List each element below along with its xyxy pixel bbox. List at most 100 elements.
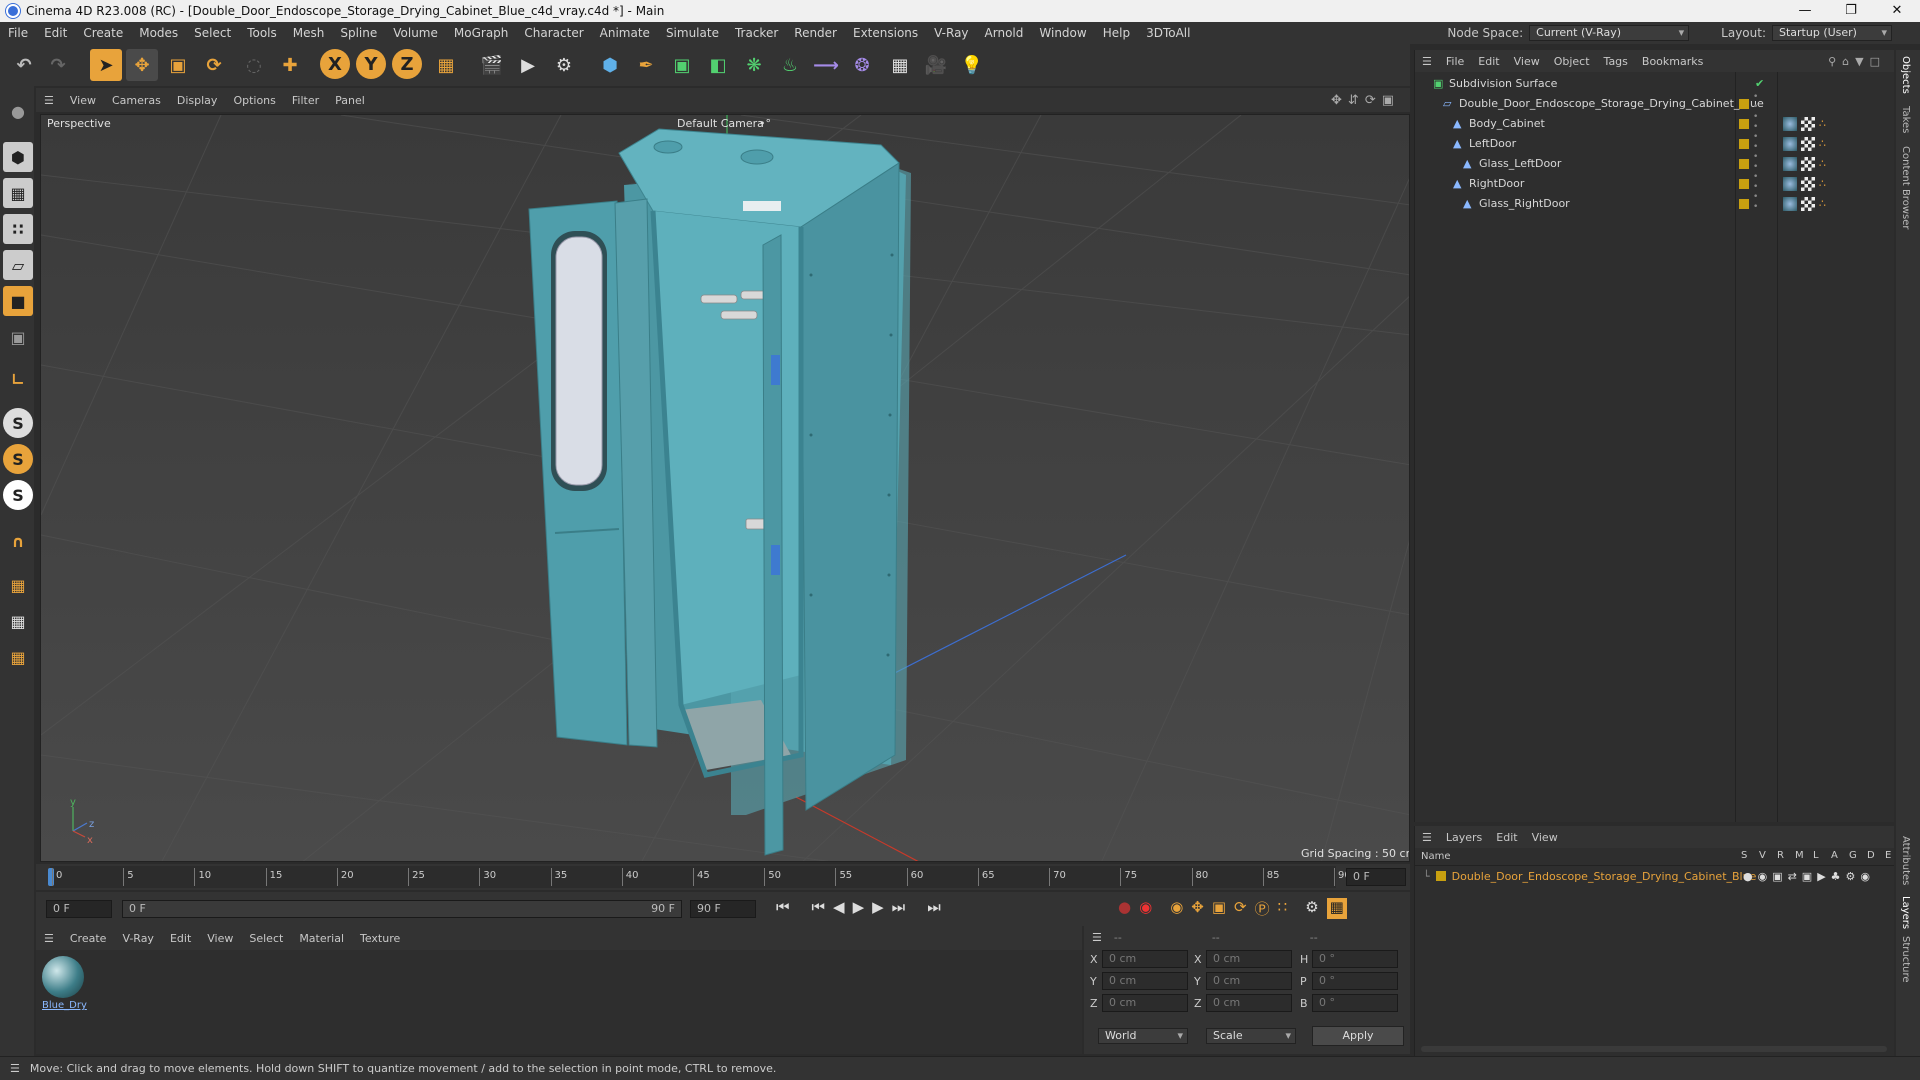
viewport-menu-display[interactable]: Display <box>169 94 226 107</box>
tab-layers[interactable]: Layers <box>1900 896 1911 929</box>
menu-mograph[interactable]: MoGraph <box>446 26 517 40</box>
workplane-icon[interactable]: ▦ <box>3 570 33 600</box>
snap-icon[interactable]: S <box>3 408 33 438</box>
checker-tag-icon[interactable] <box>1801 177 1815 191</box>
render-settings-icon[interactable]: ⚙ <box>548 49 580 81</box>
vray-tag-icon[interactable]: ∴ <box>1819 154 1826 174</box>
texture-mode-icon[interactable]: ▦ <box>3 178 33 208</box>
object-row[interactable]: ▣ Subdivision Surface ✔ <box>1415 74 1895 94</box>
checker-tag-icon[interactable] <box>1801 197 1815 211</box>
edges-mode-icon[interactable]: ▱ <box>3 250 33 280</box>
menu-spline[interactable]: Spline <box>332 26 385 40</box>
go-to-start-icon[interactable]: ⏮ <box>776 898 790 916</box>
z-axis-button[interactable]: Z <box>392 49 422 79</box>
coord-value-field[interactable]: 0 ° <box>1312 950 1398 968</box>
layer-row[interactable]: └ Double_Door_Endoscope_Storage_Drying_C… <box>1415 866 1894 886</box>
material-menu-texture[interactable]: Texture <box>352 932 408 945</box>
layer-column-header[interactable]: M <box>1795 850 1813 861</box>
menu-vray[interactable]: V-Ray <box>926 26 976 40</box>
layer-toggle-icons[interactable]: ●◉▣⇄▣▶♣⚙◉ <box>1743 870 1875 883</box>
material-tag-icon[interactable] <box>1783 117 1797 131</box>
checker-tag-icon[interactable] <box>1801 137 1815 151</box>
keyframe-selection-icon[interactable]: ◉ <box>1170 898 1183 919</box>
point-level-key-icon[interactable]: ∷ <box>1278 898 1288 919</box>
previous-frame-icon[interactable]: ◀ <box>833 898 845 916</box>
x-axis-button[interactable]: X <box>320 49 350 79</box>
menu-extensions[interactable]: Extensions <box>845 26 926 40</box>
object-row[interactable]: ▲ Glass_LeftDoor • • ∴ <box>1415 152 1895 174</box>
coord-value-field[interactable]: 0 cm <box>1102 994 1188 1012</box>
timeline-ruler[interactable]: 0 5 10 15 20 25 30 35 40 45 50 55 60 65 70 75 80 85 90 0 F <box>36 864 1410 890</box>
spline-pen-icon[interactable]: ✒ <box>630 49 662 81</box>
layer-column-header[interactable]: A <box>1831 850 1849 861</box>
menu-file[interactable]: File <box>0 26 36 40</box>
viewport-hamburger-icon[interactable]: ☰ <box>36 94 62 107</box>
record-keys-icon[interactable]: ● <box>1118 898 1131 919</box>
layout-dropdown[interactable]: Startup (User) <box>1772 25 1892 41</box>
scale-key-icon[interactable]: ▣ <box>1212 898 1226 919</box>
material-tag-icon[interactable] <box>1783 197 1797 211</box>
layer-name[interactable]: Double_Door_Endoscope_Storage_Drying_Cab… <box>1452 870 1757 883</box>
object-row[interactable]: ▲ Body_Cabinet • • ∴ <box>1415 112 1895 134</box>
object-menu-edit[interactable]: Edit <box>1471 55 1506 68</box>
layer-menu-view[interactable]: View <box>1525 831 1565 844</box>
menu-help[interactable]: Help <box>1095 26 1138 40</box>
vray-tag-icon[interactable]: ∴ <box>1819 174 1826 194</box>
menu-window[interactable]: Window <box>1031 26 1094 40</box>
autokey-icon[interactable]: ◉ <box>1139 898 1152 919</box>
tab-structure[interactable]: Structure <box>1900 936 1911 983</box>
material-tag-icon[interactable] <box>1783 137 1797 151</box>
menu-character[interactable]: Character <box>516 26 591 40</box>
coord-value-field[interactable]: 0 cm <box>1102 972 1188 990</box>
deformer-icon[interactable]: ⟶ <box>810 49 842 81</box>
material-tag-icon[interactable] <box>1783 157 1797 171</box>
menu-render[interactable]: Render <box>786 26 845 40</box>
uv-mode-icon[interactable]: ▣ <box>3 322 33 352</box>
viewport-menu-options[interactable]: Options <box>225 94 283 107</box>
tab-content-browser[interactable]: Content Browser <box>1900 146 1911 229</box>
object-row[interactable]: ▲ Glass_RightDoor • • ∴ <box>1415 192 1895 214</box>
snap-settings-icon[interactable]: S <box>3 444 33 474</box>
tab-objects[interactable]: Objects <box>1900 56 1911 94</box>
coord-value-field[interactable]: 0 cm <box>1206 950 1292 968</box>
material-hamburger-icon[interactable]: ☰ <box>36 932 62 945</box>
coord-value-field[interactable]: 0 ° <box>1312 972 1398 990</box>
viewport-menu-panel[interactable]: Panel <box>327 94 373 107</box>
next-key-icon[interactable]: ⏭ <box>892 898 906 916</box>
enabled-check-icon[interactable]: ✔ <box>1755 74 1764 94</box>
layer-color-swatch[interactable] <box>1739 179 1749 189</box>
layer-column-header[interactable]: V <box>1759 850 1777 861</box>
render-view-icon[interactable]: 🎬 <box>476 49 508 81</box>
points-mode-icon[interactable]: ∷ <box>3 214 33 244</box>
object-name[interactable]: Glass_RightDoor <box>1479 194 1570 214</box>
menu-simulate[interactable]: Simulate <box>658 26 727 40</box>
material-menu-edit[interactable]: Edit <box>162 932 199 945</box>
object-hamburger-icon[interactable]: ☰ <box>1415 55 1439 68</box>
object-menu-view[interactable]: View <box>1507 55 1547 68</box>
coord-scale-dropdown[interactable]: Scale <box>1206 1028 1296 1044</box>
menu-arnold[interactable]: Arnold <box>977 26 1032 40</box>
camera-icon[interactable]: 🎥 <box>920 49 952 81</box>
material-menu-material[interactable]: Material <box>291 932 352 945</box>
timeline-icon[interactable]: ▦ <box>1326 898 1347 919</box>
viewport-nav-icons[interactable]: ✥⇵⟳▣ <box>1331 93 1400 108</box>
layer-menu-layers[interactable]: Layers <box>1439 831 1489 844</box>
menu-create[interactable]: Create <box>75 26 131 40</box>
checker-tag-icon[interactable] <box>1801 157 1815 171</box>
coord-value-field[interactable]: 0 cm <box>1206 994 1292 1012</box>
layer-color-swatch[interactable] <box>1739 139 1749 149</box>
menu-tools[interactable]: Tools <box>239 26 285 40</box>
material-menu-vray[interactable]: V-Ray <box>114 932 162 945</box>
extrude-icon[interactable]: ◧ <box>702 49 734 81</box>
node-space-dropdown[interactable]: Current (V-Ray) <box>1529 25 1690 41</box>
workplane-snap-icon[interactable]: S <box>3 480 33 510</box>
layer-column-header[interactable]: G <box>1849 850 1867 861</box>
layer-color-swatch[interactable] <box>1435 871 1446 881</box>
coordinates-hamburger-icon[interactable]: ☰ <box>1084 931 1110 944</box>
layer-column-header[interactable]: L <box>1813 850 1831 861</box>
magnet-icon[interactable]: ∩ <box>3 526 33 556</box>
layer-column-header[interactable]: D <box>1867 850 1885 861</box>
end-frame-field[interactable]: 90 F <box>690 900 756 918</box>
visibility-dots-icon[interactable]: • • <box>1753 112 1758 132</box>
minimize-button[interactable]: — <box>1782 0 1828 22</box>
